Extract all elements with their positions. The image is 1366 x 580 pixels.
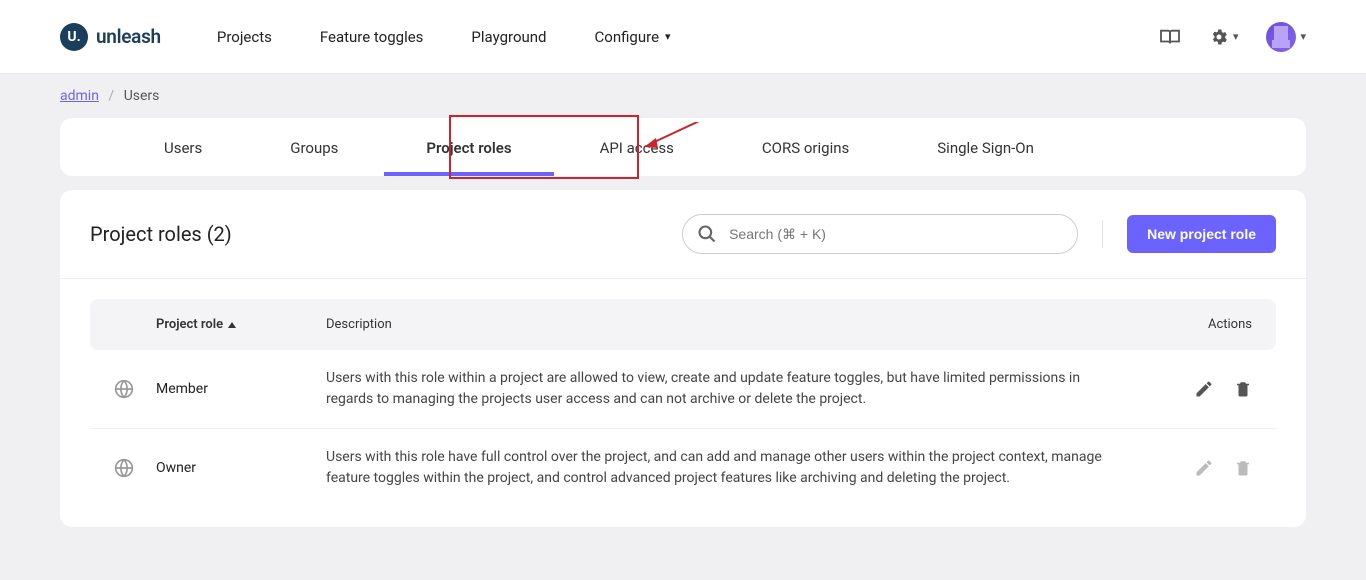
breadcrumb-separator: / [108,88,114,104]
column-header-actions: Actions [1142,317,1252,332]
tabs-container: Users Groups Project roles API access CO… [60,118,1306,176]
row-actions [1142,458,1252,478]
row-actions [1142,379,1252,399]
user-menu[interactable]: ▾ [1266,22,1306,52]
search-icon [697,224,717,244]
logo[interactable]: U. unleash [60,23,161,51]
sort-asc-icon [227,320,237,330]
nav-configure[interactable]: Configure ▾ [595,28,671,46]
column-header-role[interactable]: Project role [156,317,326,332]
chevron-down-icon: ▾ [1233,30,1239,43]
settings-menu[interactable]: ▾ [1209,27,1239,47]
nav-playground[interactable]: Playground [471,28,546,46]
avatar [1266,22,1296,52]
role-description: Users with this role have full control o… [326,447,1142,489]
delete-icon[interactable] [1234,379,1252,399]
tab-sso[interactable]: Single Sign-On [893,118,1078,176]
tab-users[interactable]: Users [120,118,246,176]
nav-feature-toggles[interactable]: Feature toggles [320,28,424,46]
logo-badge: U. [60,23,88,51]
new-project-role-button[interactable]: New project role [1127,215,1276,253]
breadcrumb-admin[interactable]: admin [60,88,99,104]
table-header: Project role Description Actions [90,299,1276,350]
gear-icon [1209,27,1229,47]
logo-text: unleash [96,25,161,48]
docs-icon[interactable] [1159,28,1181,46]
tab-groups[interactable]: Groups [246,118,382,176]
breadcrumb-current: Users [124,88,160,104]
content-header: Project roles (2) New project role [60,190,1306,279]
chevron-down-icon: ▾ [1300,30,1306,43]
table-row: OwnerUsers with this role have full cont… [90,429,1276,507]
app-header: U. unleash Projects Feature toggles Play… [0,0,1366,74]
column-header-description: Description [326,317,1142,332]
role-description: Users with this role within a project ar… [326,368,1142,410]
edit-icon[interactable] [1194,379,1214,399]
edit-icon [1194,458,1214,478]
breadcrumb: admin / Users [0,74,1366,118]
tab-project-roles[interactable]: Project roles [382,118,555,176]
chevron-down-icon: ▾ [665,30,671,43]
main-content: Project roles (2) New project role Proje… [60,190,1306,527]
delete-icon [1234,458,1252,478]
primary-nav: Projects Feature toggles Playground Conf… [217,28,671,46]
page-title: Project roles (2) [90,222,232,246]
nav-configure-label: Configure [595,28,660,46]
globe-icon [114,379,156,399]
tab-api-access[interactable]: API access [556,118,718,176]
role-name: Owner [156,460,326,476]
globe-icon [114,458,156,478]
nav-projects[interactable]: Projects [217,28,272,46]
roles-table: Project role Description Actions MemberU… [60,279,1306,507]
divider [1102,220,1103,248]
search-wrap [682,214,1078,254]
table-row: MemberUsers with this role within a proj… [90,350,1276,429]
role-name: Member [156,381,326,397]
header-actions: ▾ ▾ [1159,22,1306,52]
search-input[interactable] [682,214,1078,254]
tab-cors-origins[interactable]: CORS origins [718,118,893,176]
